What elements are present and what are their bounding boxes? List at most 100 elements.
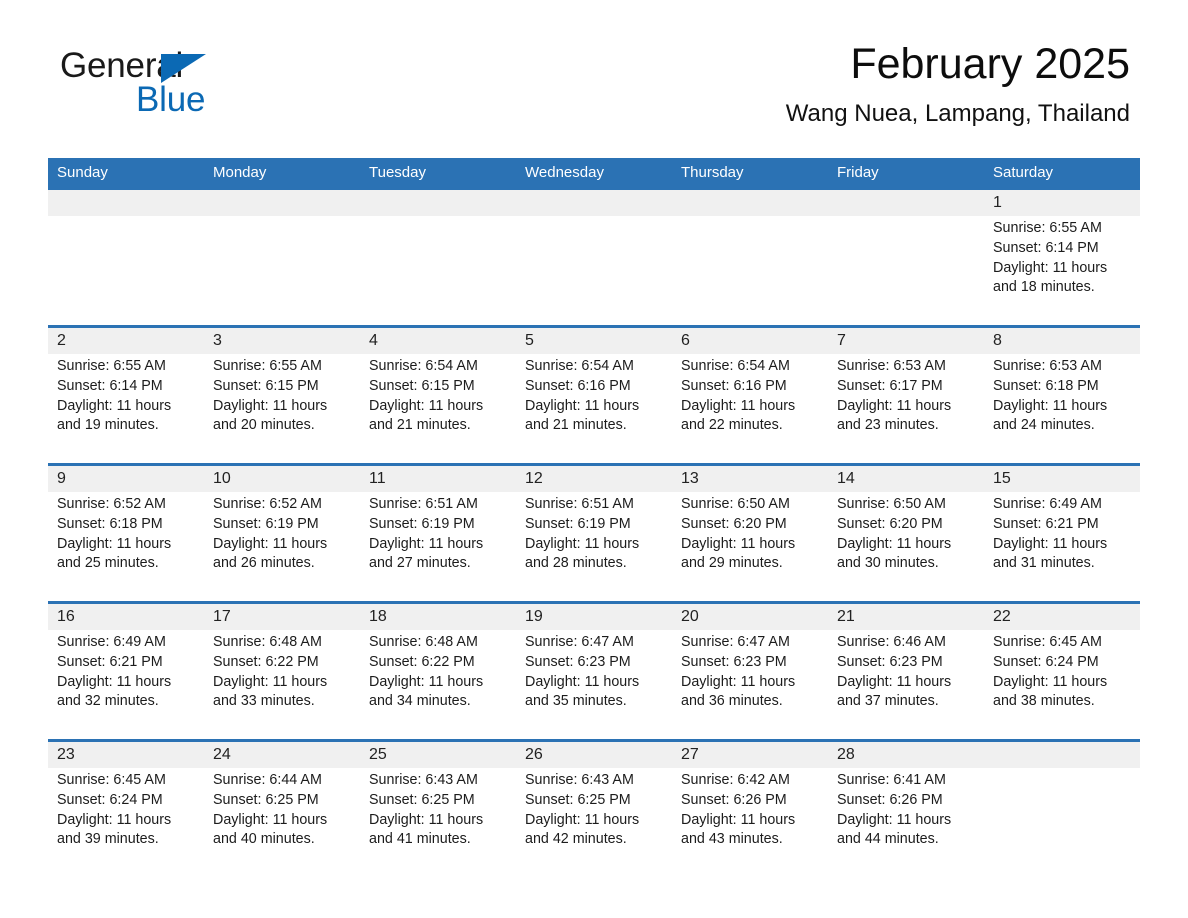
day-details: Sunrise: 6:45 AM Sunset: 6:24 PM Dayligh… — [57, 771, 204, 850]
calendar-day-cell[interactable] — [828, 190, 984, 325]
daylight-text: Daylight: 11 hours and 25 minutes. — [57, 535, 172, 572]
calendar-day-cell[interactable]: 22 Sunrise: 6:45 AM Sunset: 6:24 PM Dayl… — [984, 604, 1140, 739]
calendar-day-cell[interactable] — [48, 190, 204, 325]
day-details: Sunrise: 6:43 AM Sunset: 6:25 PM Dayligh… — [525, 771, 672, 850]
day-number: 5 — [525, 332, 534, 349]
calendar-day-cell[interactable]: 4 Sunrise: 6:54 AM Sunset: 6:15 PM Dayli… — [360, 328, 516, 463]
calendar-day-cell[interactable]: 26 Sunrise: 6:43 AM Sunset: 6:25 PM Dayl… — [516, 742, 672, 877]
sunrise-text: Sunrise: 6:41 AM — [837, 772, 946, 788]
day-details: Sunrise: 6:53 AM Sunset: 6:18 PM Dayligh… — [993, 357, 1140, 436]
day-details: Sunrise: 6:54 AM Sunset: 6:16 PM Dayligh… — [681, 357, 828, 436]
daylight-text: Daylight: 11 hours and 27 minutes. — [369, 535, 484, 572]
calendar-day-cell[interactable]: 21 Sunrise: 6:46 AM Sunset: 6:23 PM Dayl… — [828, 604, 984, 739]
sunset-text: Sunset: 6:14 PM — [57, 377, 163, 394]
day-details: Sunrise: 6:43 AM Sunset: 6:25 PM Dayligh… — [369, 771, 516, 850]
calendar-day-cell[interactable]: 27 Sunrise: 6:42 AM Sunset: 6:26 PM Dayl… — [672, 742, 828, 877]
sunset-text: Sunset: 6:22 PM — [369, 653, 475, 670]
calendar-day-cell[interactable]: 9 Sunrise: 6:52 AM Sunset: 6:18 PM Dayli… — [48, 466, 204, 601]
day-details: Sunrise: 6:50 AM Sunset: 6:20 PM Dayligh… — [681, 495, 828, 574]
day-details: Sunrise: 6:51 AM Sunset: 6:19 PM Dayligh… — [525, 495, 672, 574]
sunrise-text: Sunrise: 6:54 AM — [525, 358, 634, 374]
sunset-text: Sunset: 6:25 PM — [369, 791, 475, 808]
daylight-text: Daylight: 11 hours and 34 minutes. — [369, 673, 484, 710]
sunrise-text: Sunrise: 6:43 AM — [525, 772, 634, 788]
daylight-text: Daylight: 11 hours and 29 minutes. — [681, 535, 796, 572]
calendar-week-row: 16 Sunrise: 6:49 AM Sunset: 6:21 PM Dayl… — [48, 601, 1140, 739]
calendar-day-cell[interactable] — [984, 742, 1140, 877]
calendar-day-cell[interactable]: 14 Sunrise: 6:50 AM Sunset: 6:20 PM Dayl… — [828, 466, 984, 601]
sunrise-text: Sunrise: 6:45 AM — [57, 772, 166, 788]
calendar-day-cell[interactable]: 11 Sunrise: 6:51 AM Sunset: 6:19 PM Dayl… — [360, 466, 516, 601]
daylight-text: Daylight: 11 hours and 24 minutes. — [993, 397, 1108, 434]
day-details: Sunrise: 6:45 AM Sunset: 6:24 PM Dayligh… — [993, 633, 1140, 712]
calendar-day-cell[interactable] — [204, 190, 360, 325]
calendar-day-cell[interactable]: 10 Sunrise: 6:52 AM Sunset: 6:19 PM Dayl… — [204, 466, 360, 601]
calendar-week-row: 2 Sunrise: 6:55 AM Sunset: 6:14 PM Dayli… — [48, 325, 1140, 463]
day-details: Sunrise: 6:48 AM Sunset: 6:22 PM Dayligh… — [213, 633, 360, 712]
calendar-day-cell[interactable]: 12 Sunrise: 6:51 AM Sunset: 6:19 PM Dayl… — [516, 466, 672, 601]
calendar-day-cell[interactable]: 19 Sunrise: 6:47 AM Sunset: 6:23 PM Dayl… — [516, 604, 672, 739]
day-number: 3 — [213, 332, 222, 349]
day-number: 15 — [993, 470, 1011, 487]
sunrise-text: Sunrise: 6:52 AM — [57, 496, 166, 512]
calendar-day-cell[interactable]: 24 Sunrise: 6:44 AM Sunset: 6:25 PM Dayl… — [204, 742, 360, 877]
calendar-day-cell[interactable]: 2 Sunrise: 6:55 AM Sunset: 6:14 PM Dayli… — [48, 328, 204, 463]
calendar-day-cell[interactable]: 5 Sunrise: 6:54 AM Sunset: 6:16 PM Dayli… — [516, 328, 672, 463]
calendar-week-row: 1 Sunrise: 6:55 AM Sunset: 6:14 PM Dayli… — [48, 187, 1140, 325]
sunrise-text: Sunrise: 6:49 AM — [993, 496, 1102, 512]
sunset-text: Sunset: 6:24 PM — [57, 791, 163, 808]
calendar-day-cell[interactable]: 15 Sunrise: 6:49 AM Sunset: 6:21 PM Dayl… — [984, 466, 1140, 601]
calendar-day-cell[interactable]: 20 Sunrise: 6:47 AM Sunset: 6:23 PM Dayl… — [672, 604, 828, 739]
calendar-day-cell[interactable]: 7 Sunrise: 6:53 AM Sunset: 6:17 PM Dayli… — [828, 328, 984, 463]
daylight-text: Daylight: 11 hours and 43 minutes. — [681, 811, 796, 848]
day-number: 20 — [681, 608, 699, 625]
day-details: Sunrise: 6:54 AM Sunset: 6:16 PM Dayligh… — [525, 357, 672, 436]
page-header: General Blue February 2025 Wang Nuea, La… — [48, 0, 1140, 158]
calendar-day-cell[interactable] — [360, 190, 516, 325]
sunrise-text: Sunrise: 6:44 AM — [213, 772, 322, 788]
day-details: Sunrise: 6:53 AM Sunset: 6:17 PM Dayligh… — [837, 357, 984, 436]
calendar-day-cell[interactable]: 17 Sunrise: 6:48 AM Sunset: 6:22 PM Dayl… — [204, 604, 360, 739]
daylight-text: Daylight: 11 hours and 22 minutes. — [681, 397, 796, 434]
calendar-day-cell[interactable]: 16 Sunrise: 6:49 AM Sunset: 6:21 PM Dayl… — [48, 604, 204, 739]
day-number: 16 — [57, 608, 75, 625]
sunrise-text: Sunrise: 6:48 AM — [213, 634, 322, 650]
calendar-day-cell[interactable]: 8 Sunrise: 6:53 AM Sunset: 6:18 PM Dayli… — [984, 328, 1140, 463]
daylight-text: Daylight: 11 hours and 38 minutes. — [993, 673, 1108, 710]
day-number: 14 — [837, 470, 855, 487]
sunrise-text: Sunrise: 6:54 AM — [681, 358, 790, 374]
calendar-day-cell[interactable]: 28 Sunrise: 6:41 AM Sunset: 6:26 PM Dayl… — [828, 742, 984, 877]
calendar-day-cell[interactable]: 25 Sunrise: 6:43 AM Sunset: 6:25 PM Dayl… — [360, 742, 516, 877]
weekday-header-saturday: Saturday — [993, 164, 1054, 181]
calendar-day-cell[interactable]: 18 Sunrise: 6:48 AM Sunset: 6:22 PM Dayl… — [360, 604, 516, 739]
page-title: February 2025 — [850, 40, 1130, 88]
calendar-table: Sunday Monday Tuesday Wednesday Thursday… — [48, 158, 1140, 877]
title-block: February 2025 Wang Nuea, Lampang, Thaila… — [785, 40, 1130, 128]
daylight-text: Daylight: 11 hours and 30 minutes. — [837, 535, 952, 572]
day-number: 11 — [369, 470, 386, 487]
sunrise-text: Sunrise: 6:51 AM — [525, 496, 634, 512]
generalblue-logo[interactable]: General Blue — [60, 46, 360, 126]
calendar-day-cell[interactable]: 13 Sunrise: 6:50 AM Sunset: 6:20 PM Dayl… — [672, 466, 828, 601]
calendar-day-cell[interactable] — [516, 190, 672, 325]
day-number: 25 — [369, 746, 387, 763]
sunset-text: Sunset: 6:15 PM — [213, 377, 319, 394]
day-details: Sunrise: 6:55 AM Sunset: 6:14 PM Dayligh… — [57, 357, 204, 436]
calendar-day-cell[interactable]: 3 Sunrise: 6:55 AM Sunset: 6:15 PM Dayli… — [204, 328, 360, 463]
sunrise-text: Sunrise: 6:43 AM — [369, 772, 478, 788]
sunset-text: Sunset: 6:23 PM — [837, 653, 943, 670]
calendar-day-cell[interactable]: 23 Sunrise: 6:45 AM Sunset: 6:24 PM Dayl… — [48, 742, 204, 877]
weekday-header-sunday: Sunday — [57, 164, 108, 181]
daylight-text: Daylight: 11 hours and 28 minutes. — [525, 535, 640, 572]
day-details: Sunrise: 6:48 AM Sunset: 6:22 PM Dayligh… — [369, 633, 516, 712]
daylight-text: Daylight: 11 hours and 21 minutes. — [525, 397, 640, 434]
sunset-text: Sunset: 6:26 PM — [681, 791, 787, 808]
sunset-text: Sunset: 6:26 PM — [837, 791, 943, 808]
location-subtitle: Wang Nuea, Lampang, Thailand — [785, 99, 1130, 127]
calendar-day-cell[interactable] — [672, 190, 828, 325]
day-details: Sunrise: 6:49 AM Sunset: 6:21 PM Dayligh… — [57, 633, 204, 712]
calendar-day-cell[interactable]: 6 Sunrise: 6:54 AM Sunset: 6:16 PM Dayli… — [672, 328, 828, 463]
calendar-day-cell[interactable]: 1 Sunrise: 6:55 AM Sunset: 6:14 PM Dayli… — [984, 190, 1140, 325]
daylight-text: Daylight: 11 hours and 20 minutes. — [213, 397, 328, 434]
sunset-text: Sunset: 6:19 PM — [213, 515, 319, 532]
